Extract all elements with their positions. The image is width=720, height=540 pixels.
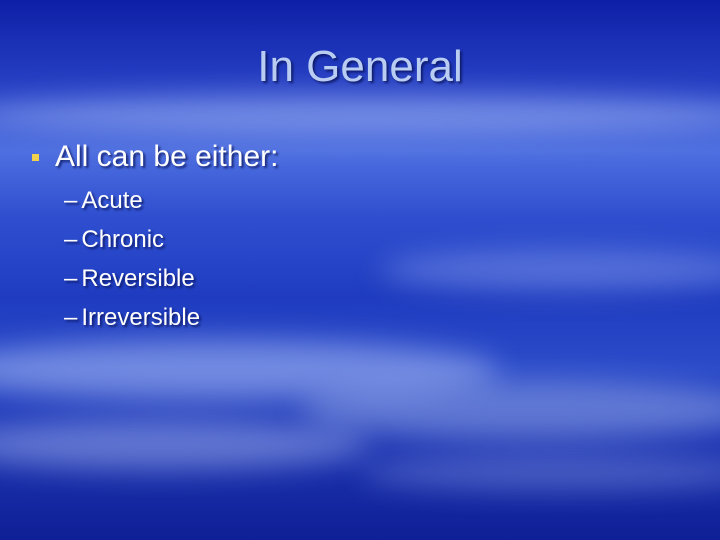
- sub-bullet-item: – Chronic: [64, 220, 690, 259]
- sub-bullet-item: – Acute: [64, 181, 690, 220]
- cloud-band: [0, 95, 720, 135]
- bullet-list: All can be either: – Acute – Chronic – R…: [30, 137, 690, 337]
- bullet-text: All can be either:: [55, 140, 279, 173]
- slide-title: In General: [257, 42, 463, 91]
- slide: In General All can be either: – Acute – …: [0, 0, 720, 540]
- square-bullet-icon: [32, 153, 39, 161]
- sub-bullet-text: Reversible: [81, 264, 195, 292]
- sub-bullet-text: Chronic: [81, 225, 165, 253]
- sub-bullet-text: Irreversible: [81, 303, 201, 331]
- sub-bullet-item: – Irreversible: [64, 298, 690, 337]
- dash-marker: –: [64, 225, 78, 253]
- dash-marker: –: [64, 303, 78, 331]
- cloud-band: [0, 420, 370, 470]
- bullet-item: All can be either:: [30, 137, 690, 177]
- cloud-band: [300, 380, 720, 440]
- dash-marker: –: [64, 264, 78, 292]
- sub-bullet-list: – Acute – Chronic – Reversible – Irrever…: [64, 181, 690, 337]
- sub-bullet-text: Acute: [81, 186, 143, 214]
- cloud-band: [360, 455, 720, 490]
- dash-marker: –: [64, 186, 78, 214]
- sub-bullet-item: – Reversible: [64, 259, 690, 298]
